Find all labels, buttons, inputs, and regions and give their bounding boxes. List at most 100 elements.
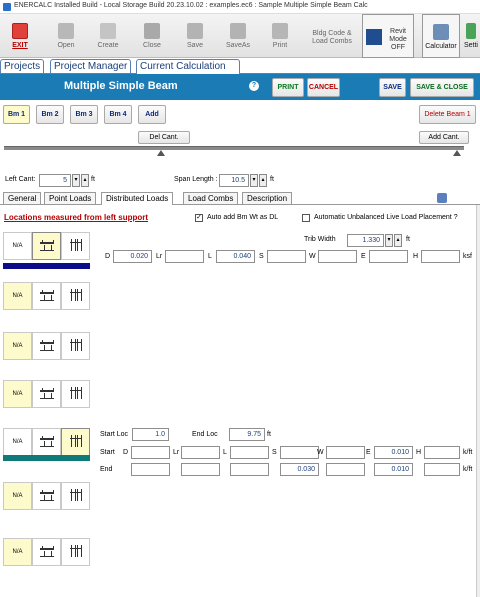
end-s-input[interactable]: 0.030 — [280, 463, 319, 476]
start-l-input[interactable] — [230, 446, 269, 459]
trib-width-input[interactable]: 1.330 — [347, 234, 384, 247]
span-spin-down[interactable]: ▾ — [250, 174, 258, 187]
load1-na-button[interactable]: N/A — [3, 232, 32, 260]
tab-load-combs[interactable]: Load Combs — [183, 192, 239, 204]
load3-na-button[interactable]: N/A — [3, 332, 32, 360]
exit-icon — [12, 23, 28, 39]
load4-na-button[interactable]: N/A — [3, 380, 32, 408]
load1-uniform-button[interactable] — [32, 232, 61, 260]
left-cant-spin-up[interactable]: ▴ — [81, 174, 89, 187]
load3-uniform-button[interactable] — [32, 332, 61, 360]
load4-varying-button[interactable] — [61, 380, 90, 408]
end-d-input[interactable] — [131, 463, 170, 476]
exit-button[interactable]: EXIT — [2, 14, 38, 58]
load2-varying-button[interactable] — [61, 282, 90, 310]
create-button[interactable]: Create — [90, 14, 126, 58]
beam-tab-3[interactable]: Bm 3 — [70, 105, 98, 124]
load1-h-input[interactable] — [421, 250, 460, 263]
beam-tab-2[interactable]: Bm 2 — [36, 105, 64, 124]
load1-varying-button[interactable] — [61, 232, 90, 260]
load4-uniform-button[interactable] — [32, 380, 61, 408]
tab-general[interactable]: General — [3, 192, 42, 204]
load1-d-input[interactable]: 0.020 — [113, 250, 152, 263]
end-lr-input[interactable] — [181, 463, 220, 476]
trib-spin-down[interactable]: ▾ — [385, 234, 393, 247]
span-length-input[interactable]: 10.5 — [219, 174, 249, 187]
start-lr-input[interactable] — [181, 446, 220, 459]
close-button[interactable]: Close — [134, 14, 170, 58]
left-cant-unit: ft — [91, 176, 95, 183]
load7-uniform-button[interactable] — [32, 538, 61, 566]
start-d-input[interactable] — [131, 446, 170, 459]
end-loc-input[interactable]: 9.75 — [229, 428, 265, 441]
del-cant-button[interactable]: Del Cant. — [138, 131, 190, 144]
load7-na-button[interactable]: N/A — [3, 538, 32, 566]
print-button[interactable]: PRINT — [272, 78, 304, 97]
help-icon[interactable]: ? — [249, 81, 259, 91]
start-e-label: E — [366, 449, 371, 456]
calculator-button[interactable]: Calculator — [422, 14, 460, 58]
load6-na-button[interactable]: N/A — [3, 482, 32, 510]
load5-uniform-button[interactable] — [32, 428, 61, 456]
varying-load-icon — [70, 239, 82, 251]
load1-s-input[interactable] — [267, 250, 306, 263]
settings-button[interactable]: Setti — [462, 14, 480, 58]
tab-project-manager[interactable]: Project Manager — [50, 59, 132, 74]
end-h-input[interactable] — [424, 463, 460, 476]
beam-tab-4[interactable]: Bm 4 — [104, 105, 132, 124]
load2-na-button[interactable]: N/A — [3, 282, 32, 310]
end-row-label: End — [100, 466, 113, 473]
tab-description[interactable]: Description — [242, 192, 293, 204]
start-s-input[interactable] — [280, 446, 319, 459]
disk-icon — [187, 23, 203, 39]
saveas-button[interactable]: SaveAs — [220, 14, 256, 58]
cancel-button[interactable]: CANCEL — [307, 78, 340, 97]
load6-uniform-button[interactable] — [32, 482, 61, 510]
edit-icon[interactable] — [437, 193, 447, 203]
delete-beam-button[interactable]: Delete Beam 1 — [419, 105, 476, 124]
revit-mode-button[interactable]: Revit Mode OFF — [362, 14, 414, 58]
left-cant-input[interactable]: 5 — [39, 174, 71, 187]
tab-current-calculation[interactable]: Current Calculation — [136, 59, 240, 75]
load6-varying-button[interactable] — [61, 482, 90, 510]
load1-l-input[interactable]: 0.040 — [216, 250, 255, 263]
load1-e-input[interactable] — [369, 250, 408, 263]
beam-tab-1[interactable]: Bm 1 — [3, 105, 30, 124]
open-button[interactable]: Open — [48, 14, 84, 58]
span-spin-up[interactable]: ▴ — [259, 174, 267, 187]
add-beam-button[interactable]: Add — [138, 105, 166, 124]
start-w-input[interactable] — [326, 446, 365, 459]
save-button[interactable]: SAVE — [379, 78, 406, 97]
start-h-input[interactable] — [424, 446, 460, 459]
d-label: D — [105, 253, 111, 260]
save-toolbar-button[interactable]: Save — [177, 14, 213, 58]
left-cant-spin-down[interactable]: ▾ — [72, 174, 80, 187]
load2-uniform-button[interactable] — [32, 282, 61, 310]
load5-na-button[interactable]: N/A — [3, 428, 32, 456]
calc-header-bar: Multiple Simple Beam ? PRINT CANCEL SAVE… — [0, 74, 480, 100]
end-e-input[interactable]: 0.010 — [374, 463, 413, 476]
start-lr-label: Lr — [173, 449, 180, 456]
add-cant-button[interactable]: Add Cant. — [419, 131, 469, 144]
load3-varying-button[interactable] — [61, 332, 90, 360]
print-toolbar-button[interactable]: Print — [262, 14, 298, 58]
end-w-input[interactable] — [326, 463, 365, 476]
printer-icon — [272, 23, 288, 39]
load1-lr-input[interactable] — [165, 250, 204, 263]
tab-projects[interactable]: Projects — [0, 59, 45, 74]
load5-varying-button[interactable] — [61, 428, 90, 456]
tab-distributed-loads[interactable]: Distributed Loads — [101, 192, 174, 205]
auto-add-checkbox[interactable]: ✓ — [195, 214, 203, 222]
start-loc-input[interactable]: 1.0 — [132, 428, 169, 441]
end-l-input[interactable] — [230, 463, 269, 476]
scrollbar[interactable] — [476, 205, 480, 597]
trib-spin-up[interactable]: ▴ — [394, 234, 402, 247]
load1-w-input[interactable] — [318, 250, 357, 263]
load7-varying-button[interactable] — [61, 538, 90, 566]
start-loc-label: Start Loc — [100, 431, 129, 438]
bldg-code-button[interactable]: Bldg Code & Load Combs — [308, 14, 356, 58]
start-e-input[interactable]: 0.010 — [374, 446, 413, 459]
tab-point-loads[interactable]: Point Loads — [44, 192, 97, 204]
auto-unbalanced-checkbox[interactable] — [302, 214, 310, 222]
save-close-button[interactable]: SAVE & CLOSE — [410, 78, 474, 97]
